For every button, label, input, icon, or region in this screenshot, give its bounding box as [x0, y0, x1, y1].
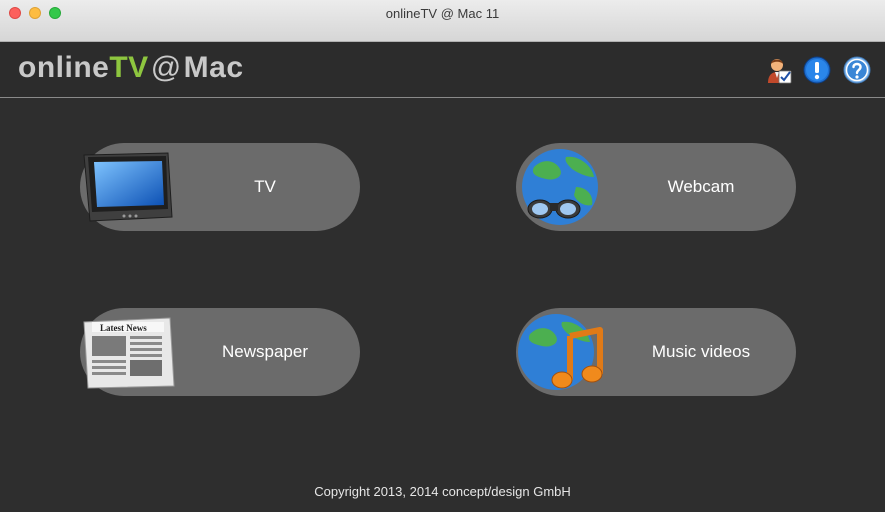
newspaper-button[interactable]: Latest News Newspaper [80, 308, 360, 396]
newspaper-icon: Latest News [80, 312, 176, 392]
logo-online: online [18, 51, 110, 84]
webcam-label: Webcam [667, 177, 735, 196]
webcam-button[interactable]: Webcam [516, 143, 796, 231]
app-window: onlineTV @ Mac 11 onlineTV@Mac TV Webcam… [0, 0, 885, 512]
tv-icon [80, 147, 176, 227]
logo-at: @ [150, 51, 182, 84]
window-title: onlineTV @ Mac 11 [385, 6, 500, 21]
logo-tv: TV [109, 51, 149, 84]
music-videos-button[interactable]: Music videos [516, 308, 796, 396]
app-logo: onlineTV@Mac [18, 51, 244, 85]
title-bar[interactable]: onlineTV @ Mac 11 [0, 0, 885, 42]
music-videos-label: Music videos [651, 342, 751, 361]
tv-label: TV [254, 177, 276, 196]
help-icon[interactable] [843, 56, 871, 84]
app-header: onlineTV@Mac [0, 42, 885, 98]
logo-mac: Mac [183, 51, 244, 84]
alert-icon[interactable] [803, 56, 831, 84]
copyright-footer: Copyright 2013, 2014 concept/design GmbH [314, 484, 571, 499]
newspaper-label: Newspaper [222, 342, 308, 361]
tv-button[interactable]: TV [80, 143, 360, 231]
music-globe-icon [516, 312, 612, 392]
newspaper-headline: Latest News [100, 323, 147, 333]
webcam-globe-icon [516, 147, 612, 227]
user-check-icon[interactable] [764, 56, 792, 84]
